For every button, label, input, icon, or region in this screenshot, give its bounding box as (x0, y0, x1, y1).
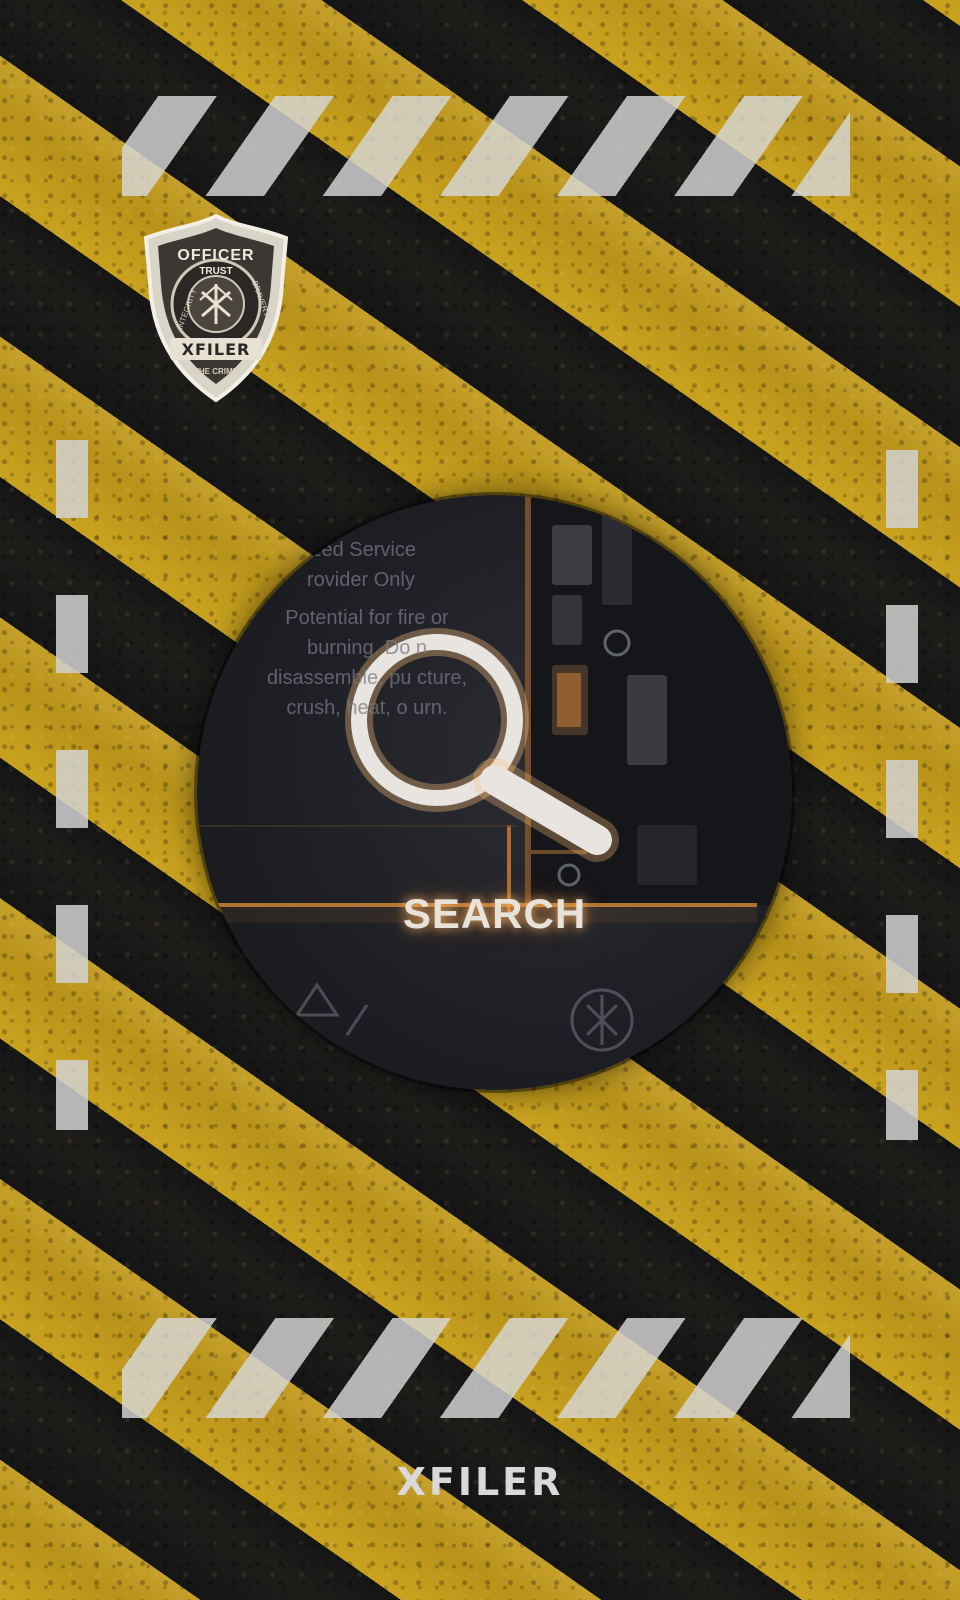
badge-bottom-text: THE CRIME (194, 367, 239, 376)
badge-ribbon-text: TRUST (199, 266, 232, 277)
background-warning-text: ized Service rovider Only Potential for … (217, 535, 517, 723)
hazard-stripe-bar-bottom (122, 1318, 850, 1418)
badge-banner-text: XFILER (182, 340, 251, 359)
officer-badge-icon: OFFICER TRUST INTEGRITY BRAVERY XFILER T… (143, 213, 289, 403)
hazard-rail-left (56, 440, 88, 1130)
warning-line: burning. Do n (306, 637, 428, 659)
officer-badge-logo: OFFICER TRUST INTEGRITY BRAVERY XFILER T… (140, 212, 292, 404)
hazard-rail-right (886, 450, 918, 1140)
warning-line: ized Service (307, 539, 416, 561)
warning-line: crush, heat, o urn. (286, 697, 448, 719)
hazard-stripe-bar-top (122, 96, 850, 196)
warning-line: disassemble, pu cture, (266, 667, 468, 689)
search-button[interactable]: ized Service rovider Only Potential for … (197, 495, 792, 1090)
brand-logo-footer: XFILER (396, 1460, 564, 1504)
badge-top-text: OFFICER (177, 247, 254, 264)
warning-line: Potential for fire or (285, 607, 449, 629)
warning-line: rovider Only (307, 569, 415, 591)
search-label: SEARCH (402, 890, 587, 937)
app-screen: OFFICER TRUST INTEGRITY BRAVERY XFILER T… (0, 0, 960, 1600)
